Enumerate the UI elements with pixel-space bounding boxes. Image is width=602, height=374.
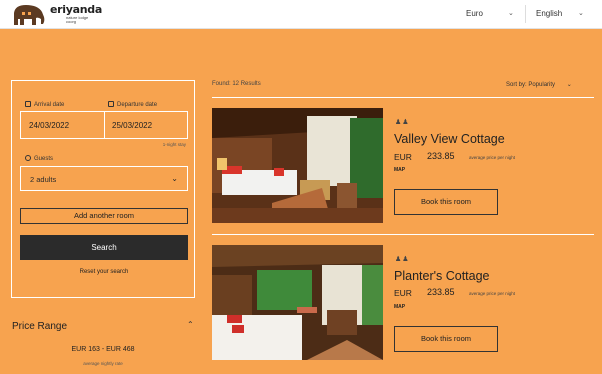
currency-value: Euro — [466, 9, 483, 18]
arrival-date-input[interactable]: 24/03/2022 — [29, 121, 69, 130]
header-divider — [525, 5, 526, 23]
currency-select[interactable]: Euro ⌄ — [466, 9, 516, 18]
departure-date-input[interactable]: 25/03/2022 — [112, 121, 152, 130]
search-panel: Arrival date Departure date 24/03/2022 2… — [11, 80, 195, 298]
chevron-down-icon: ⌄ — [171, 174, 178, 183]
people-icon: ♟♟ — [395, 119, 410, 126]
language-value: English — [536, 9, 563, 18]
chevron-down-icon: ⌄ — [508, 10, 514, 17]
arrival-label: Arrival date — [25, 101, 64, 108]
sort-value: Sort by: Popularity — [506, 82, 556, 88]
brand-logo[interactable]: eriyanda nature lodge coorg — [12, 3, 102, 27]
add-room-button[interactable]: Add another room — [20, 208, 188, 224]
book-room-button[interactable]: Book this room — [394, 189, 498, 215]
search-button[interactable]: Search — [20, 235, 188, 260]
calendar-icon — [25, 101, 31, 107]
departure-label: Departure date — [108, 101, 157, 108]
person-icon — [25, 155, 31, 161]
room-currency: EUR — [394, 288, 412, 298]
room-divider — [212, 234, 594, 235]
room-price-label: average price per night — [469, 155, 516, 160]
chevron-down-icon: ⌄ — [566, 82, 572, 88]
reset-search-link[interactable]: Reset your search — [12, 269, 196, 275]
chevron-up-icon[interactable]: ⌃ — [187, 320, 194, 329]
room-photo[interactable] — [212, 108, 383, 223]
guests-label: Guests — [25, 155, 53, 162]
people-icon: ♟♟ — [395, 256, 410, 263]
room-meal-plan: MAP — [394, 167, 406, 173]
results-divider — [212, 97, 594, 98]
room-name[interactable]: Planter's Cottage — [394, 269, 490, 283]
results-count: Found: 12 Results — [212, 81, 261, 87]
room-card: ♟♟ Valley View Cottage EUR 233.85 averag… — [212, 108, 594, 225]
room-price: 233.85 — [427, 151, 455, 161]
price-range-title[interactable]: Price Range — [12, 321, 67, 332]
price-range-value: EUR 163 - EUR 468 — [71, 346, 135, 353]
room-price-label: average price per night — [469, 291, 516, 296]
date-divider — [104, 112, 105, 138]
room-photo-image — [212, 108, 383, 223]
room-price: 233.85 — [427, 287, 455, 297]
room-name[interactable]: Valley View Cottage — [394, 132, 505, 146]
night-stay-text: 1-night stay — [162, 142, 186, 147]
brand-tagline: nature lodge coorg — [66, 15, 89, 24]
sort-select[interactable]: Sort by: Popularity ⌄ — [506, 81, 572, 88]
price-range-subtitle: average nightly rate — [83, 361, 123, 366]
calendar-icon — [108, 101, 114, 107]
room-meal-plan: MAP — [394, 304, 406, 310]
date-range-field: 24/03/2022 25/03/2022 — [20, 111, 188, 139]
guests-select[interactable]: 2 adults ⌄ — [20, 166, 188, 191]
room-card: ♟♟ Planter's Cottage EUR 233.85 average … — [212, 245, 594, 362]
guests-value: 2 adults — [30, 175, 57, 184]
book-room-button[interactable]: Book this room — [394, 326, 498, 352]
chevron-down-icon: ⌄ — [578, 10, 584, 17]
room-photo[interactable] — [212, 245, 383, 360]
top-header: eriyanda nature lodge coorg Euro ⌄ Engli… — [0, 0, 602, 29]
room-currency: EUR — [394, 152, 412, 162]
language-select[interactable]: English ⌄ — [536, 9, 586, 18]
elephant-logo-icon — [14, 5, 45, 25]
room-photo-image — [212, 245, 383, 360]
